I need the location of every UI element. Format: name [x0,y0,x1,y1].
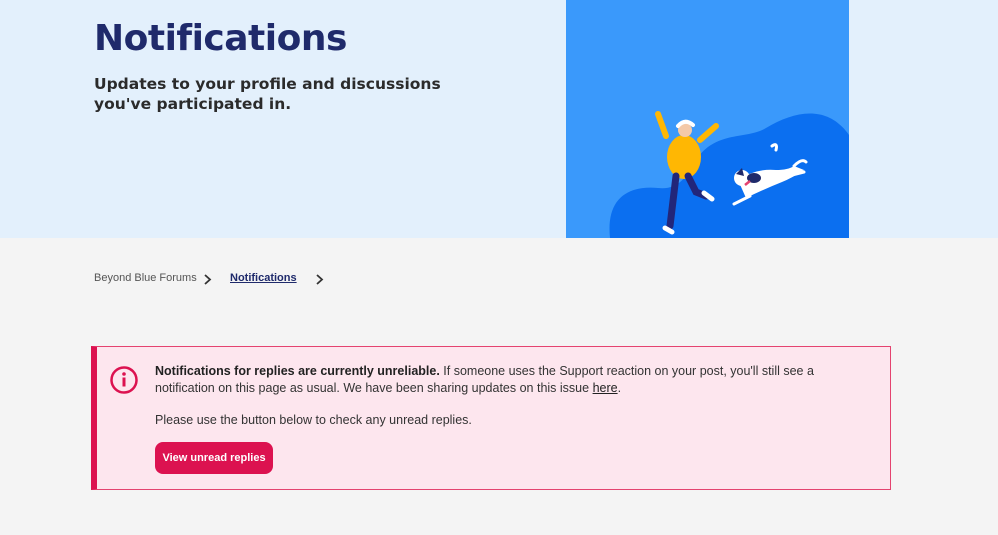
page-title: Notifications [94,18,347,59]
hero-banner: Notifications Updates to your profile an… [0,0,998,238]
alert-banner: Notifications for replies are currently … [91,346,891,490]
alert-period: . [617,380,622,395]
breadcrumb-item-current[interactable]: Notifications [230,272,297,284]
alert-heading: Notifications for replies are currently … [155,364,440,378]
person-and-dog-illustration [609,111,849,238]
here-link[interactable]: here [593,381,618,395]
page-subtitle: Updates to your profile and discussions … [94,75,441,113]
chevron-right-icon [204,274,212,285]
alert-paragraph: Notifications for replies are currently … [155,363,855,396]
breadcrumb-item-home[interactable]: Beyond Blue Forums [94,272,197,284]
view-unread-replies-button[interactable]: View unread replies [155,442,273,474]
chevron-right-icon [316,274,324,285]
alert-instruction: Please use the button below to check any… [155,413,472,427]
alert-message: Notifications for replies are currently … [155,363,855,429]
info-icon [110,366,138,394]
hero-illustration [566,0,849,238]
